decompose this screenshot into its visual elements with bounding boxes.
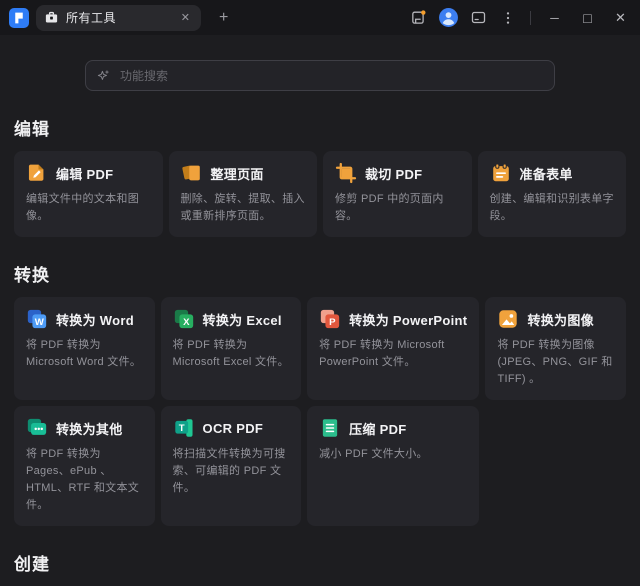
tool-card-title: 转换为 Word xyxy=(56,310,134,329)
tool-card-description: 将扫描文件转换为可搜索、可编辑的 PDF 文件。 xyxy=(173,446,290,497)
tool-card-description: 减小 PDF 文件大小。 xyxy=(319,446,467,463)
convert-cards-grid: W 转换为 Word 将 PDF 转换为 Microsoft Word 文件。 X 转换… xyxy=(14,297,626,526)
tool-card-转换为-excel[interactable]: X 转换为 Excel 将 PDF 转换为 Microsoft Excel 文件。 xyxy=(161,297,302,400)
titlebar-right-cluster: ─ □ ✕ xyxy=(405,3,640,32)
tool-card-head: 转换为其他 xyxy=(26,417,143,439)
new-tab-button[interactable]: + xyxy=(213,9,234,27)
svg-text:W: W xyxy=(35,317,45,328)
tool-card-整理页面[interactable]: 整理页面删除、旋转、提取、插入或重新排序页面。 xyxy=(169,151,318,237)
tool-card-title: 编辑 PDF xyxy=(56,164,113,183)
edit-pdf-icon xyxy=(26,162,48,184)
tool-card-title: 转换为 PowerPoint xyxy=(349,310,467,329)
minimize-button[interactable]: ─ xyxy=(540,3,569,32)
toolbox-icon xyxy=(44,10,59,25)
section-title-create: 创建 xyxy=(14,550,626,575)
feedback-icon[interactable] xyxy=(465,5,491,31)
tab-label: 所有工具 xyxy=(66,9,171,26)
svg-text:T: T xyxy=(178,423,184,434)
close-button[interactable]: ✕ xyxy=(606,3,635,32)
tool-card-description: 将 PDF 转换为 Microsoft PowerPoint 文件。 xyxy=(319,337,467,371)
tool-card-title: 转换为其他 xyxy=(56,419,123,438)
prepare-form-icon xyxy=(490,162,512,184)
tool-card-转换为-word[interactable]: W 转换为 Word 将 PDF 转换为 Microsoft Word 文件。 xyxy=(14,297,155,400)
all-tools-page: 编辑 编辑 PDF编辑文件中的文本和图像。整理页面删除、旋转、提取、插入或重新排… xyxy=(0,115,640,586)
tool-card-head: X 转换为 Excel xyxy=(173,308,290,330)
tool-card-description: 编辑文件中的文本和图像。 xyxy=(26,191,151,225)
user-avatar-icon[interactable] xyxy=(435,5,461,31)
tool-card-ocr-pdf[interactable]: T OCR PDF 将扫描文件转换为可搜索、可编辑的 PDF 文件。 xyxy=(161,406,302,526)
excel-icon: X xyxy=(173,308,195,330)
tool-card-head: T OCR PDF xyxy=(173,417,290,439)
tool-card-准备表单[interactable]: 准备表单创建、编辑和识别表单字段。 xyxy=(478,151,627,237)
tool-card-编辑-pdf[interactable]: 编辑 PDF 编辑文件中的文本和图像。 xyxy=(14,151,163,237)
tab-close-icon[interactable]: ✕ xyxy=(178,10,193,25)
tool-card-description: 修剪 PDF 中的页面内容。 xyxy=(335,191,460,225)
tab-all-tools[interactable]: 所有工具 ✕ xyxy=(36,5,201,31)
tool-card-title: 转换为图像 xyxy=(527,310,594,329)
document-alert-icon[interactable] xyxy=(405,5,431,31)
tool-card-title: 裁切 PDF xyxy=(365,164,422,183)
maximize-button[interactable]: □ xyxy=(573,3,602,32)
tool-card-转换为图像[interactable]: 转换为图像将 PDF 转换为图像 (JPEG、PNG、GIF 和 TIFF) 。 xyxy=(485,297,626,400)
ocr-pdf-icon: T xyxy=(173,417,195,439)
section-title-edit: 编辑 xyxy=(14,115,626,140)
tool-card-description: 将 PDF 转换为图像 (JPEG、PNG、GIF 和 TIFF) 。 xyxy=(497,337,614,388)
feature-search-bar[interactable] xyxy=(85,60,555,91)
tool-card-title: OCR PDF xyxy=(203,421,264,436)
word-icon: W xyxy=(26,308,48,330)
tool-card-转换为-powerpoint[interactable]: P 转换为 PowerPoint 将 PDF 转换为 Microsoft Power… xyxy=(307,297,479,400)
tool-card-title: 整理页面 xyxy=(211,164,264,183)
tool-card-description: 将 PDF 转换为 Microsoft Excel 文件。 xyxy=(173,337,290,371)
svg-text:X: X xyxy=(183,317,190,328)
tool-card-head: W 转换为 Word xyxy=(26,308,143,330)
image-icon xyxy=(497,308,519,330)
svg-text:P: P xyxy=(329,317,336,328)
search-input[interactable] xyxy=(118,68,544,84)
section-title-convert: 转换 xyxy=(14,261,626,286)
crop-pdf-icon xyxy=(335,162,357,184)
tool-card-description: 删除、旋转、提取、插入或重新排序页面。 xyxy=(181,191,306,225)
tool-card-head: 压缩 PDF xyxy=(319,417,467,439)
tool-card-head: P 转换为 PowerPoint xyxy=(319,308,467,330)
tool-card-head: 整理页面 xyxy=(181,162,306,184)
tool-card-head: 准备表单 xyxy=(490,162,615,184)
tool-card-head: 编辑 PDF xyxy=(26,162,151,184)
organize-pages-icon xyxy=(181,162,203,184)
tool-card-description: 创建、编辑和识别表单字段。 xyxy=(490,191,615,225)
tool-card-裁切-pdf[interactable]: 裁切 PDF 修剪 PDF 中的页面内容。 xyxy=(323,151,472,237)
app-logo xyxy=(9,8,29,28)
tool-card-转换为其他[interactable]: 转换为其他将 PDF 转换为 Pages、ePub 、HTML、RTF 和文本文… xyxy=(14,406,155,526)
tool-card-title: 准备表单 xyxy=(520,164,573,183)
powerpoint-icon: P xyxy=(319,308,341,330)
tool-card-压缩-pdf[interactable]: 压缩 PDF 减小 PDF 文件大小。 xyxy=(307,406,479,526)
edit-cards-grid: 编辑 PDF编辑文件中的文本和图像。整理页面删除、旋转、提取、插入或重新排序页面… xyxy=(14,151,626,237)
tool-card-description: 将 PDF 转换为 Microsoft Word 文件。 xyxy=(26,337,143,371)
other-formats-icon xyxy=(26,417,48,439)
tool-card-head: 裁切 PDF xyxy=(335,162,460,184)
titlebar: 所有工具 ✕ + ─ □ ✕ xyxy=(0,0,640,35)
titlebar-separator xyxy=(530,11,531,25)
tool-card-title: 转换为 Excel xyxy=(203,310,282,329)
tool-card-head: 转换为图像 xyxy=(497,308,614,330)
compress-pdf-icon xyxy=(319,417,341,439)
tool-card-description: 将 PDF 转换为 Pages、ePub 、HTML、RTF 和文本文件。 xyxy=(26,446,143,514)
tool-card-title: 压缩 PDF xyxy=(349,419,406,438)
sparkle-icon xyxy=(96,69,110,83)
more-menu-icon[interactable] xyxy=(495,5,521,31)
